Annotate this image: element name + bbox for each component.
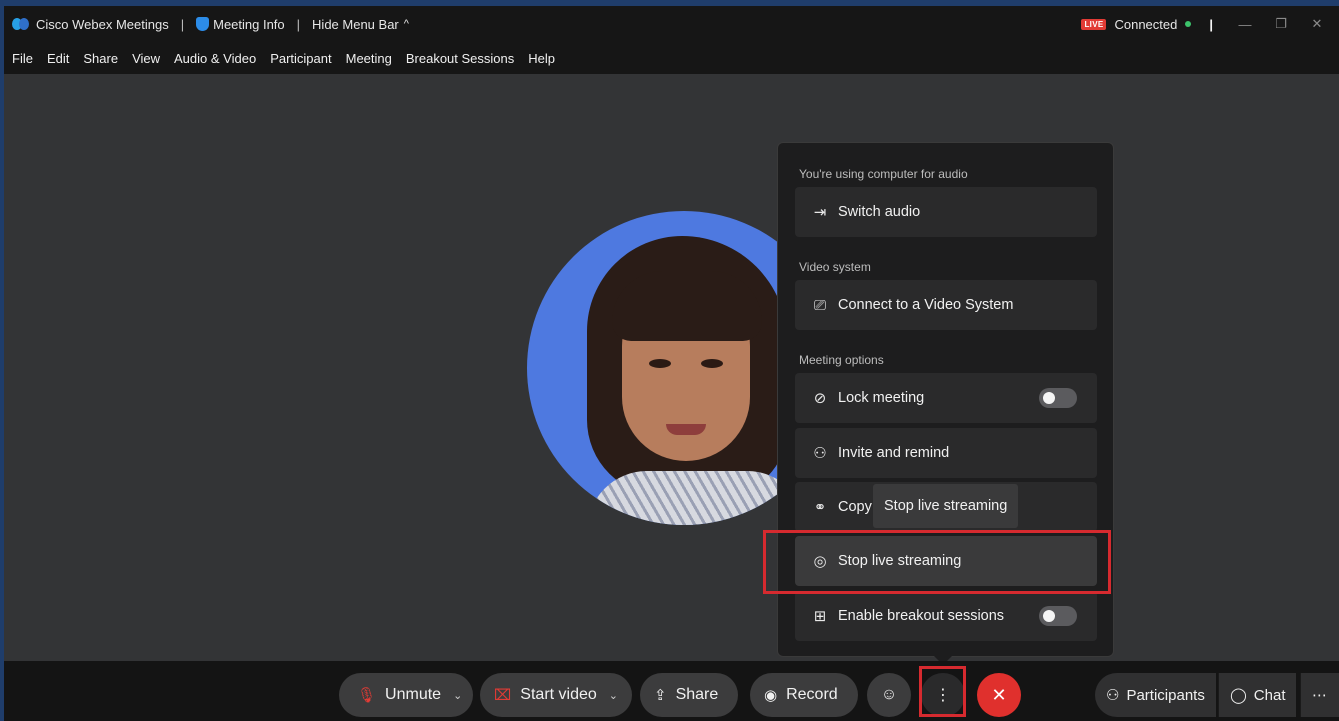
control-bar: 🎙 Unmute ⌄ ⌧ Start video ⌄ ⇪ Share ◉ Rec…: [4, 661, 1339, 721]
menu-view[interactable]: View: [132, 51, 160, 66]
leave-meeting-button[interactable]: ✕: [977, 673, 1021, 717]
shield-icon: [196, 17, 210, 31]
participants-icon: ⚇: [1106, 687, 1120, 704]
copy-label: Copy: [838, 499, 872, 515]
unmute-button[interactable]: 🎙 Unmute ⌄: [339, 673, 473, 717]
connection-status: Connected: [1114, 16, 1178, 32]
connect-video-label: Connect to a Video System: [838, 297, 1014, 313]
menu-meeting[interactable]: Meeting: [346, 51, 392, 66]
menu-share[interactable]: Share: [83, 51, 118, 66]
mic-muted-icon: 🎙: [357, 687, 377, 704]
video-section-label: Video system: [799, 260, 871, 274]
participant-avatar: [527, 211, 783, 525]
participants-label: Participants: [1126, 686, 1205, 704]
cast-icon: ⎚: [813, 296, 826, 314]
breakout-icon: ⊞: [813, 608, 827, 625]
start-video-button[interactable]: ⌧ Start video ⌄: [480, 673, 632, 717]
unmute-label: Unmute: [385, 686, 442, 703]
video-stage: [4, 74, 1339, 661]
camera-off-icon: ⌧: [494, 687, 512, 704]
hide-menu-bar-button[interactable]: Hide Menu Bar ^: [312, 17, 409, 32]
emoji-icon: ☺: [880, 686, 898, 703]
live-badge: LIVE: [1081, 18, 1107, 30]
connect-video-system-item[interactable]: ⎚ Connect to a Video System: [795, 280, 1097, 330]
close-icon: ✕: [991, 684, 1007, 705]
participants-button[interactable]: ⚇ Participants: [1095, 673, 1216, 717]
share-label: Share: [675, 686, 719, 703]
webex-logo-icon: [12, 17, 30, 31]
chat-bubble-icon: ◯: [1230, 687, 1247, 704]
record-button[interactable]: ◉ Record: [750, 673, 858, 717]
stop-streaming-highlight: [763, 530, 1111, 594]
hide-menu-bar-label: Hide Menu Bar: [312, 16, 399, 32]
connected-dot-icon: [1185, 21, 1192, 27]
menu-bar: File Edit Share View Audio & Video Parti…: [4, 42, 1339, 74]
enable-breakout-item[interactable]: ⊞ Enable breakout sessions: [795, 591, 1097, 641]
menu-file[interactable]: File: [12, 51, 33, 66]
link-icon: ⚭: [813, 499, 827, 516]
lock-meeting-toggle[interactable]: [1039, 388, 1077, 408]
lock-icon: ⊘: [813, 390, 827, 407]
more-options-highlight: [919, 666, 966, 717]
close-icon[interactable]: ✕: [1303, 16, 1331, 32]
title-separator: |: [180, 16, 185, 32]
restore-icon[interactable]: ❐: [1267, 16, 1295, 32]
breakout-label: Enable breakout sessions: [838, 608, 1005, 624]
chat-label: Chat: [1253, 686, 1286, 704]
more-horizontal-icon: ⋯: [1312, 687, 1327, 704]
switch-audio-label: Switch audio: [838, 204, 921, 220]
meeting-info-button[interactable]: Meeting Info: [196, 17, 285, 32]
share-icon: ⇪: [654, 687, 667, 704]
avatar-photo: [527, 211, 783, 525]
title-bar: Cisco Webex Meetings | Meeting Info | Hi…: [4, 6, 1339, 42]
menu-audio-video[interactable]: Audio & Video: [174, 51, 256, 66]
menu-edit[interactable]: Edit: [47, 51, 69, 66]
switch-audio-item[interactable]: ⇥ Switch audio: [795, 187, 1097, 237]
app-title: Cisco Webex Meetings: [36, 16, 169, 32]
chevron-down-icon[interactable]: ⌄: [609, 689, 618, 702]
menu-help[interactable]: Help: [528, 51, 555, 66]
reactions-button[interactable]: ☺: [867, 673, 911, 717]
invite-remind-item[interactable]: ⚇ Invite and remind: [795, 428, 1097, 478]
stop-streaming-tooltip: Stop live streaming: [873, 484, 1019, 528]
lock-meeting-label: Lock meeting: [838, 390, 925, 406]
meeting-info-label: Meeting Info: [213, 16, 285, 32]
record-label: Record: [786, 686, 838, 703]
invite-label: Invite and remind: [838, 445, 950, 461]
record-icon: ◉: [764, 687, 778, 704]
chat-button[interactable]: ◯ Chat: [1218, 673, 1297, 717]
chevron-up-icon: ^: [403, 18, 409, 30]
person-add-icon: ⚇: [813, 445, 827, 462]
breakout-toggle[interactable]: [1039, 606, 1077, 626]
minimize-icon[interactable]: —: [1231, 17, 1259, 32]
title-separator-2: |: [296, 16, 301, 32]
start-video-label: Start video: [520, 686, 597, 703]
chevron-down-icon[interactable]: ⌄: [453, 689, 462, 702]
signal-bar-icon: |: [1209, 16, 1213, 32]
options-section-label: Meeting options: [799, 353, 884, 367]
lock-meeting-item[interactable]: ⊘ Lock meeting: [795, 373, 1097, 423]
menu-breakout-sessions[interactable]: Breakout Sessions: [406, 51, 514, 66]
more-panels-button[interactable]: ⋯: [1300, 673, 1339, 717]
switch-audio-icon: ⇥: [813, 204, 827, 221]
share-button[interactable]: ⇪ Share: [640, 673, 738, 717]
menu-participant[interactable]: Participant: [270, 51, 331, 66]
audio-section-label: You're using computer for audio: [799, 167, 968, 181]
